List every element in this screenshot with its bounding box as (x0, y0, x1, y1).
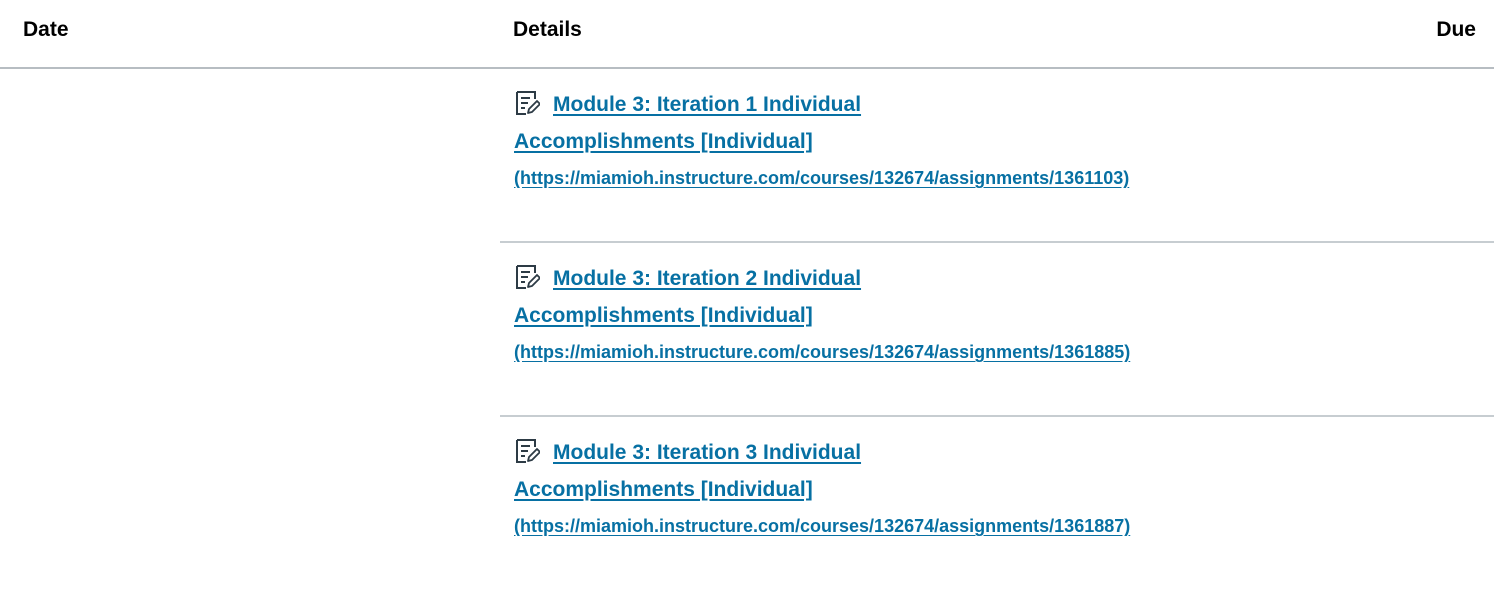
syllabus-table: Date Details Due Module 3: Iteration 1 I… (0, 0, 1494, 536)
due-column-header: Due (1436, 18, 1476, 41)
table-row: Module 3: Iteration 2 Individual Accompl… (0, 243, 1494, 417)
assignment-title-line1: Module 3: Iteration 2 Individual (553, 267, 862, 290)
assignment-title-line1: Module 3: Iteration 3 Individual (553, 441, 862, 464)
assignment-url: (https://miamioh.instructure.com/courses… (514, 516, 1131, 536)
date-column-header: Date (23, 18, 69, 41)
assignment-icon (516, 91, 540, 115)
assignment-title-line2: Accomplishments [Individual] (514, 304, 813, 327)
assignment-link[interactable]: Module 3: Iteration 2 Individual Accompl… (514, 260, 1414, 369)
assignment-link[interactable]: Module 3: Iteration 1 Individual Accompl… (514, 86, 1414, 195)
details-cell: Module 3: Iteration 3 Individual Accompl… (514, 434, 1414, 543)
table-row: Module 3: Iteration 3 Individual Accompl… (0, 417, 1494, 591)
assignment-title-line2: Accomplishments [Individual] (514, 478, 813, 501)
assignment-url: (https://miamioh.instructure.com/courses… (514, 342, 1131, 362)
table-body: Module 3: Iteration 1 Individual Accompl… (0, 69, 1494, 591)
assignment-icon (516, 265, 540, 289)
details-column-header: Details (513, 18, 582, 41)
assignment-link[interactable]: Module 3: Iteration 3 Individual Accompl… (514, 434, 1414, 543)
assignment-url: (https://miamioh.instructure.com/courses… (514, 168, 1130, 188)
table-header-row: Date Details Due (0, 0, 1494, 69)
details-cell: Module 3: Iteration 1 Individual Accompl… (514, 86, 1414, 195)
assignment-title-line1: Module 3: Iteration 1 Individual (553, 93, 862, 116)
assignment-icon (516, 439, 540, 463)
table-row: Module 3: Iteration 1 Individual Accompl… (0, 69, 1494, 243)
assignment-title-line2: Accomplishments [Individual] (514, 130, 813, 153)
details-cell: Module 3: Iteration 2 Individual Accompl… (514, 260, 1414, 369)
